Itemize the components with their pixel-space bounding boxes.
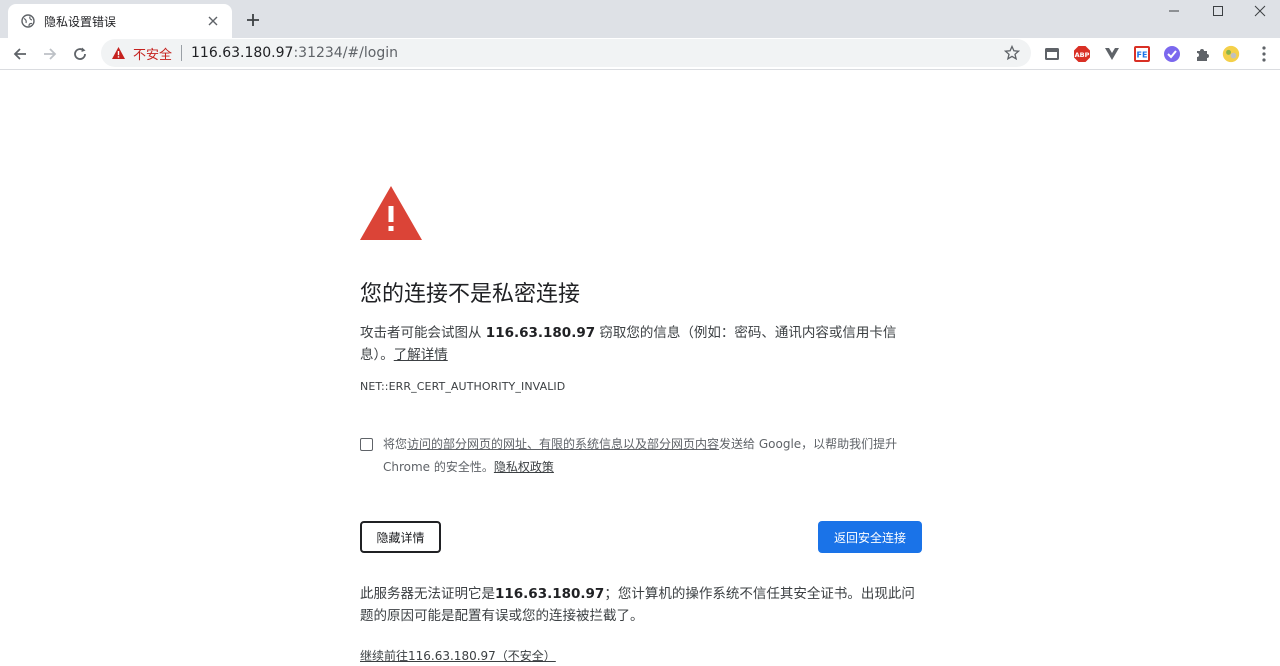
- profile-avatar-icon[interactable]: [1222, 45, 1240, 63]
- omnibox-divider: [181, 45, 183, 61]
- details-host: 116.63.180.97: [495, 586, 605, 602]
- page-heading: 您的连接不是私密连接: [360, 282, 581, 307]
- maximize-icon[interactable]: [1196, 0, 1240, 22]
- adblock-label: ABP: [1075, 51, 1090, 59]
- extensions-puzzle-icon[interactable]: [1193, 45, 1211, 63]
- extended-reporting-optin: 将您访问的部分网页的网址、有限的系统信息以及部分网页内容发送给 Google，以…: [360, 433, 922, 479]
- details-message: 此服务器无法证明它是116.63.180.97；您计算机的操作系统不信任其安全证…: [360, 583, 922, 627]
- main-message-host: 116.63.180.97: [485, 325, 596, 341]
- tab-strip: 隐私设置错误: [0, 0, 1280, 38]
- learn-more-link[interactable]: 了解详情: [394, 347, 448, 363]
- reload-icon[interactable]: [66, 40, 94, 68]
- url-path: :31234/#/login: [293, 45, 398, 61]
- optin-text-pre: 将您: [383, 437, 408, 451]
- toolbar: 不安全 116.63.180.97:31234/#/login ABP FE: [0, 38, 1280, 70]
- tab-privacy-error[interactable]: 隐私设置错误: [8, 4, 232, 38]
- adblock-plus-icon[interactable]: ABP: [1073, 45, 1091, 63]
- globe-icon: [20, 13, 36, 29]
- reporting-checkbox[interactable]: [360, 438, 373, 451]
- extension-window-icon[interactable]: [1043, 45, 1061, 63]
- checkmark-extension-icon[interactable]: [1163, 45, 1181, 63]
- not-secure-warning-icon[interactable]: [111, 45, 127, 61]
- tab-title: 隐私设置错误: [44, 14, 117, 29]
- bookmark-star-icon[interactable]: [1003, 44, 1021, 62]
- optin-data-link[interactable]: 访问的部分网页的网址、有限的系统信息以及部分网页内容: [407, 437, 719, 451]
- privacy-policy-link[interactable]: 隐私权政策: [494, 460, 554, 474]
- back-to-safety-button[interactable]: 返回安全连接: [818, 521, 922, 553]
- hide-details-button[interactable]: 隐藏详情: [360, 521, 441, 553]
- proceed-unsafe-link[interactable]: 继续前往116.63.180.97（不安全）: [360, 647, 922, 664]
- not-secure-label[interactable]: 不安全: [133, 44, 172, 63]
- optin-text: 将您访问的部分网页的网址、有限的系统信息以及部分网页内容发送给 Google，以…: [383, 433, 922, 479]
- menu-dots-icon[interactable]: [1255, 45, 1273, 63]
- button-row: 隐藏详情 返回安全连接: [360, 521, 922, 553]
- fe-helper-icon[interactable]: FE: [1133, 45, 1151, 63]
- minimize-icon[interactable]: [1152, 0, 1196, 22]
- details-pre: 此服务器无法证明它是: [360, 586, 495, 602]
- main-message-pre: 攻击者可能会试图从: [360, 325, 486, 341]
- main-message: 攻击者可能会试图从 116.63.180.97 窃取您的信息（例如：密码、通讯内…: [360, 322, 922, 366]
- close-window-icon[interactable]: [1238, 0, 1280, 22]
- warning-triangle-icon: [360, 186, 422, 240]
- vue-devtools-icon[interactable]: [1103, 45, 1121, 63]
- forward-arrow-icon[interactable]: [36, 40, 64, 68]
- back-arrow-icon[interactable]: [6, 40, 34, 68]
- fe-label: FE: [1137, 51, 1148, 60]
- close-tab-icon[interactable]: [204, 12, 222, 30]
- new-tab-button[interactable]: [241, 8, 265, 32]
- interstitial-content: 您的连接不是私密连接 攻击者可能会试图从 116.63.180.97 窃取您的信…: [360, 186, 922, 664]
- error-code: NET::ERR_CERT_AUTHORITY_INVALID: [360, 380, 566, 393]
- url-host: 116.63.180.97: [191, 45, 294, 61]
- address-bar[interactable]: 不安全 116.63.180.97:31234/#/login: [101, 39, 1031, 67]
